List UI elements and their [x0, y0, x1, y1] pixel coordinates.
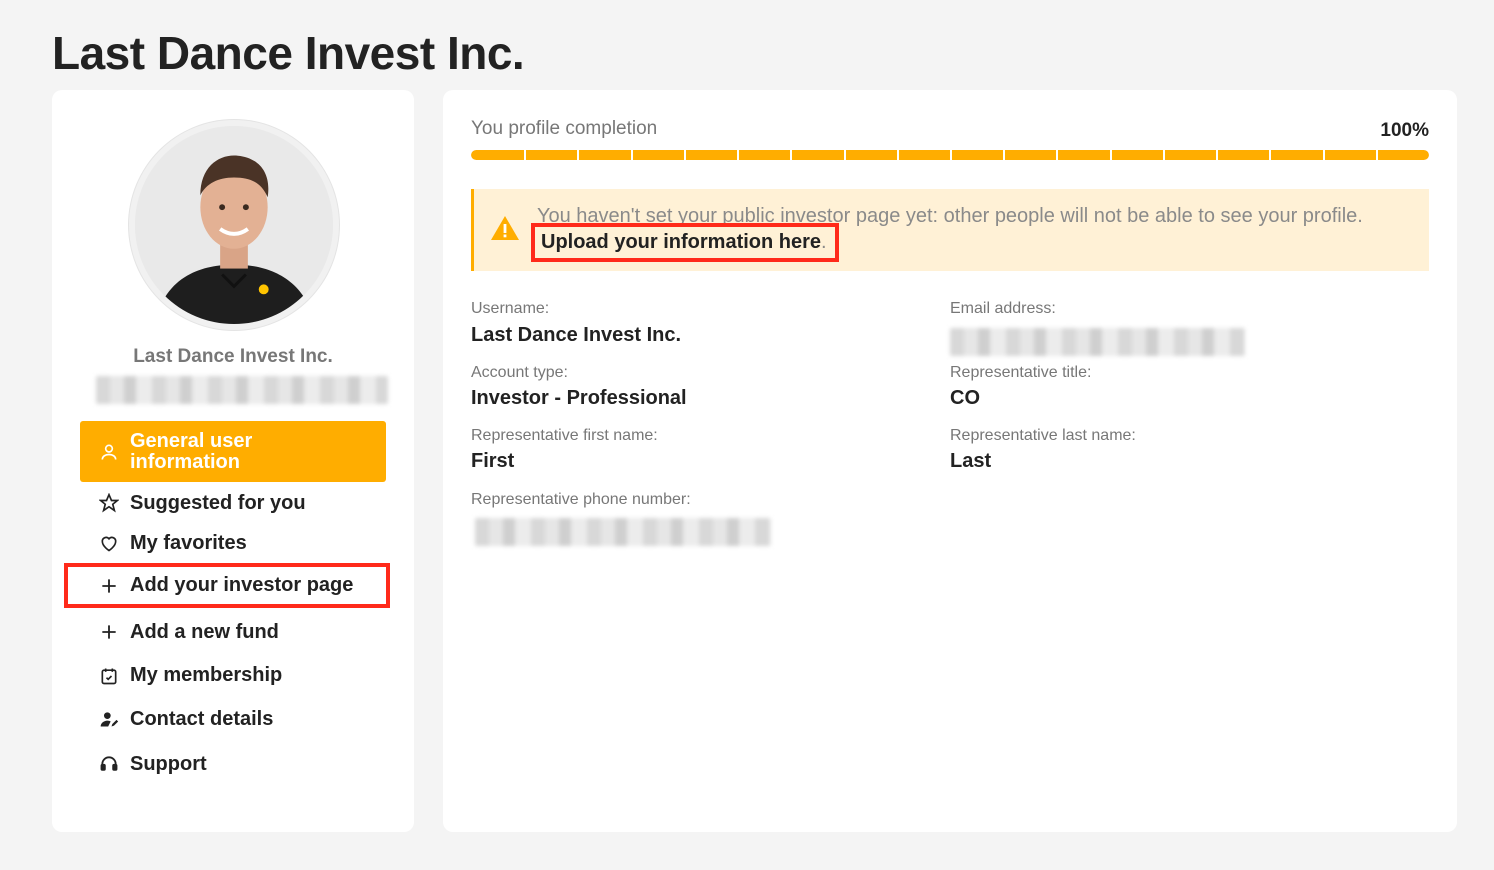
sidebar: Last Dance Invest Inc. General user info… — [52, 90, 414, 832]
star-icon — [98, 492, 120, 514]
upload-link-suffix: . — [821, 231, 827, 253]
rep-last-name-label: Representative last name: — [950, 427, 1136, 444]
progress-segment-divider — [1109, 150, 1112, 160]
progress-segment-divider — [1003, 150, 1006, 160]
account-type-label: Account type: — [471, 364, 568, 381]
progress-segment-divider — [843, 150, 846, 160]
account-type-value: Investor - Professional — [471, 387, 687, 409]
upload-link-text: Upload your information here — [541, 231, 822, 253]
progress-segment-divider — [524, 150, 527, 160]
nav-label: Contact details — [130, 707, 274, 730]
progress-segment-divider — [683, 150, 686, 160]
rep-title-label: Representative title: — [950, 364, 1092, 381]
profile-completion-label: You profile completion — [471, 118, 658, 139]
nav-label: General user information — [130, 429, 253, 473]
progress-segment-divider — [1056, 150, 1059, 160]
heart-icon — [98, 532, 120, 554]
username-label: Username: — [471, 300, 550, 317]
profile-completion-value: 100% — [1380, 120, 1429, 141]
nav-label: My favorites — [130, 531, 247, 554]
nav-label: Add your investor page — [130, 574, 354, 596]
rep-phone-value-redacted — [475, 518, 771, 546]
nav-label: My membership — [130, 664, 283, 686]
headset-icon — [98, 753, 120, 775]
page-title: Last Dance Invest Inc. — [52, 27, 525, 79]
plus-icon — [98, 621, 120, 643]
progress-segment-divider — [1269, 150, 1272, 160]
user-edit-icon — [98, 708, 120, 730]
nav-my-membership[interactable]: My membership — [80, 654, 386, 697]
nav-suggested-for-you[interactable]: Suggested for you — [80, 483, 386, 523]
rep-phone-label: Representative phone number: — [471, 491, 691, 508]
alert-message: You haven't set your public investor pag… — [531, 203, 1397, 262]
investor-page-alert: You haven't set your public investor pag… — [471, 189, 1429, 271]
main-panel: You profile completion 100% You haven't … — [443, 90, 1457, 832]
rep-first-name-value: First — [471, 450, 515, 472]
progress-segment-divider — [1216, 150, 1219, 160]
upload-information-link[interactable]: Upload your information here. — [531, 223, 839, 262]
avatar-photo — [135, 126, 333, 324]
warning-icon — [490, 214, 520, 242]
nav-label: Support — [130, 752, 207, 775]
nav-contact-details[interactable]: Contact details — [80, 697, 386, 741]
nav-general-user-information[interactable]: General user information — [80, 421, 386, 482]
calendar-check-icon — [98, 665, 120, 687]
profile-completion-bar — [471, 150, 1429, 160]
nav-label: Suggested for you — [130, 491, 306, 514]
progress-segment-divider — [790, 150, 793, 160]
profile-email-redacted — [96, 376, 388, 404]
progress-segment-divider — [1322, 150, 1325, 160]
progress-segment-divider — [1162, 150, 1165, 160]
nav-label: Add a new fund — [130, 620, 279, 643]
progress-segment-divider — [630, 150, 633, 160]
avatar — [129, 120, 339, 330]
progress-segment-divider — [950, 150, 952, 160]
nav-add-a-new-fund[interactable]: Add a new fund — [80, 610, 386, 654]
plus-icon — [98, 575, 120, 597]
email-value-redacted — [950, 328, 1245, 356]
rep-title-value: CO — [950, 387, 980, 409]
progress-segment-divider — [737, 150, 740, 160]
rep-first-name-label: Representative first name: — [471, 427, 658, 444]
alert-text: You haven't set your public investor pag… — [537, 205, 1363, 227]
rep-last-name-value: Last — [950, 450, 992, 472]
nav-add-your-investor-page[interactable]: Add your investor page — [64, 563, 390, 608]
progress-segment-divider — [1375, 150, 1378, 160]
username-value: Last Dance Invest Inc. — [471, 324, 682, 346]
profile-name: Last Dance Invest Inc. — [133, 346, 333, 367]
email-label: Email address: — [950, 300, 1056, 317]
progress-segment-divider — [896, 150, 899, 160]
user-icon — [98, 441, 120, 463]
progress-segment-divider — [577, 150, 580, 160]
nav-support[interactable]: Support — [80, 741, 386, 787]
sidebar-nav: General user information Suggested for y… — [64, 421, 390, 787]
nav-my-favorites[interactable]: My favorites — [80, 523, 386, 563]
